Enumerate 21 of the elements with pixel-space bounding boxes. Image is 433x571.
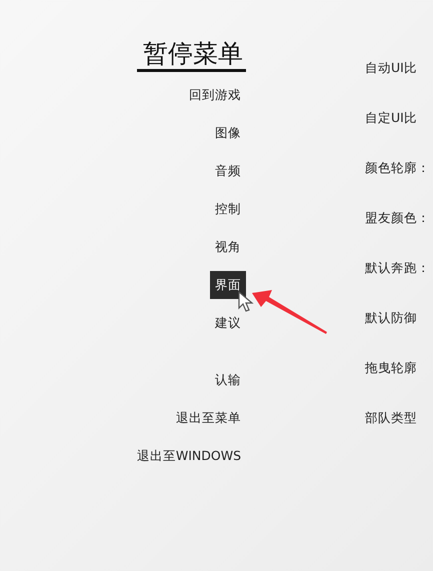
menu-title: 暂停菜单: [137, 38, 246, 72]
setting-label: 自定UI比: [365, 109, 418, 127]
menu-item[interactable]: 退出至WINDOWS: [132, 442, 246, 470]
setting-label: 盟友颜色：: [365, 209, 431, 227]
menu-item[interactable]: 认输: [210, 366, 246, 394]
menu-item[interactable]: 建议: [210, 309, 246, 337]
cursor-icon: [238, 291, 254, 313]
menu-item[interactable]: 音频: [210, 157, 246, 185]
arrow-icon: [252, 290, 328, 334]
setting-label: 自动UI比: [365, 59, 418, 77]
menu-item[interactable]: 控制: [210, 195, 246, 223]
setting-label: 默认防御: [365, 309, 418, 327]
menu-item[interactable]: 回到游戏: [184, 81, 246, 109]
menu-item[interactable]: 退出至菜单: [171, 404, 246, 432]
setting-label: 拖曳轮廓: [365, 359, 418, 377]
setting-label: 部队类型: [365, 409, 418, 427]
setting-label: 颜色轮廓：: [365, 159, 431, 177]
menu-item[interactable]: 视角: [210, 233, 246, 261]
setting-label: 默认奔跑：: [365, 259, 431, 277]
menu-item[interactable]: 界面: [210, 271, 246, 299]
menu-item[interactable]: 图像: [210, 119, 246, 147]
